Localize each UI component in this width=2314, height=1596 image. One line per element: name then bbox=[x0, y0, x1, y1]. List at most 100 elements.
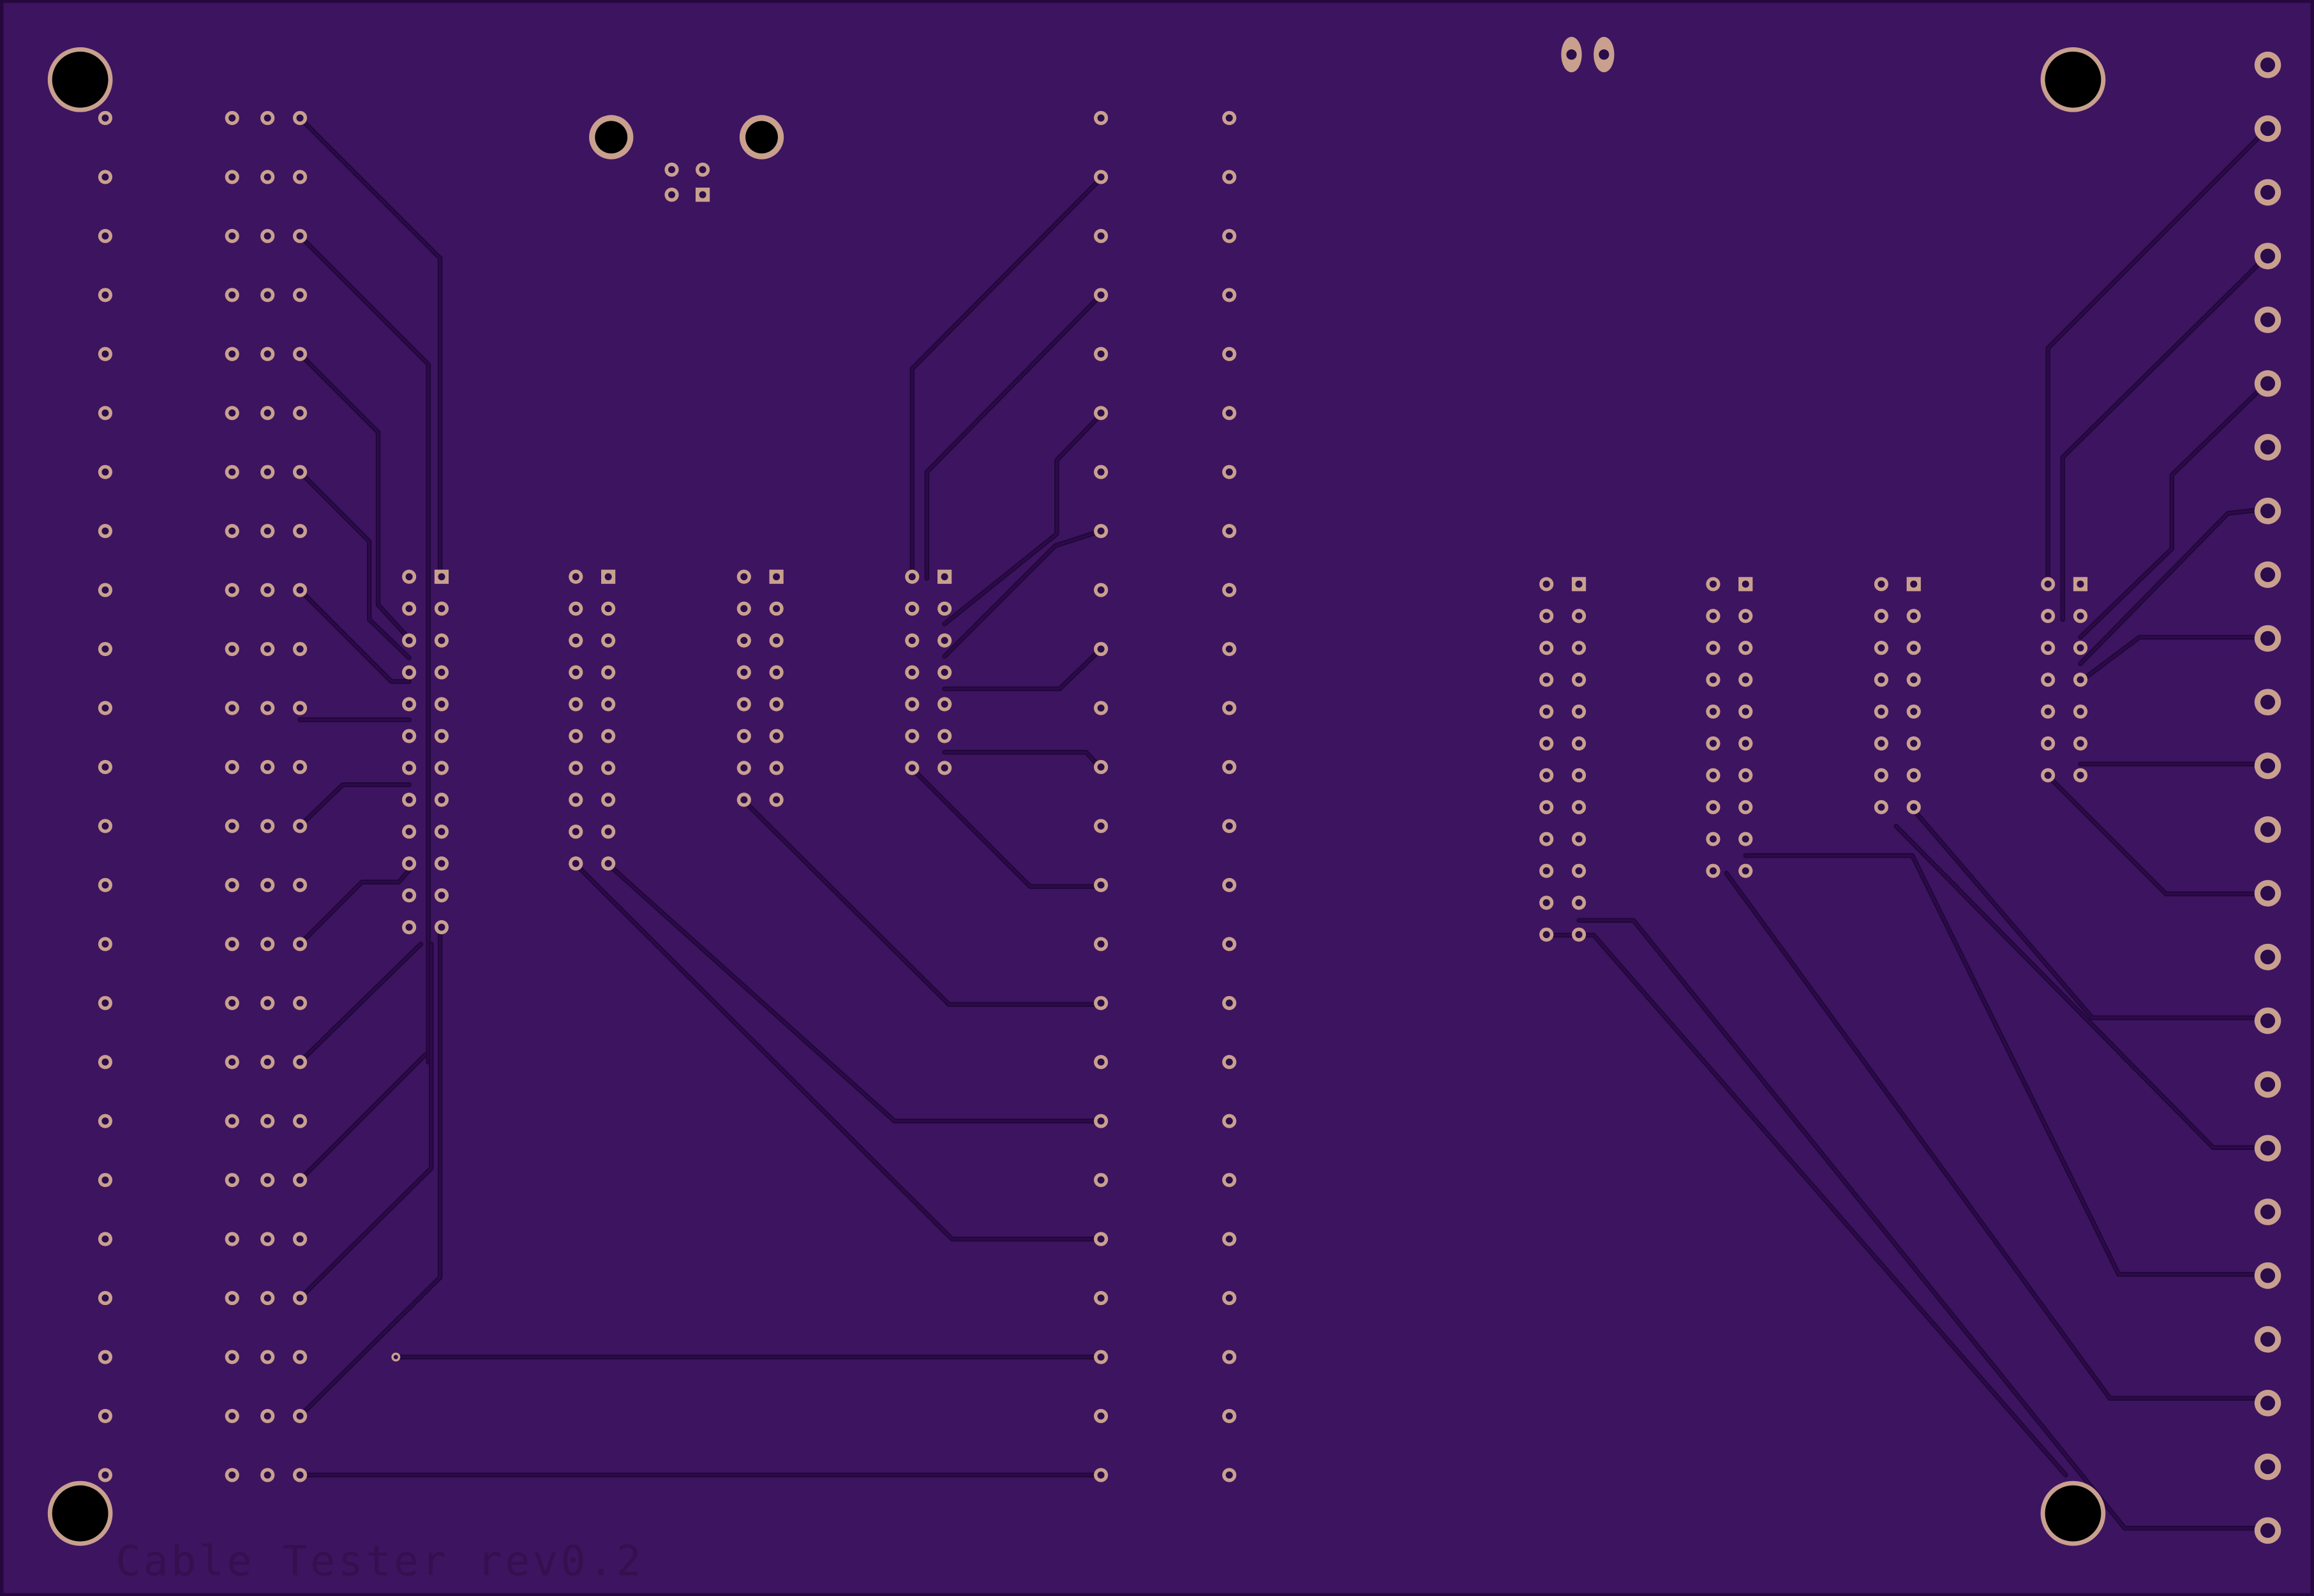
pad-drill bbox=[604, 828, 612, 835]
pad-drill bbox=[1542, 899, 1550, 907]
pad-drill bbox=[264, 527, 271, 535]
pad-drill bbox=[1742, 676, 1749, 683]
pad-drill bbox=[228, 173, 236, 181]
pad-drill bbox=[668, 166, 676, 174]
pad-drill bbox=[1097, 527, 1105, 535]
pad-drill bbox=[405, 605, 413, 613]
pad-drill bbox=[101, 999, 109, 1007]
pad-drill bbox=[1742, 803, 1749, 811]
pad-drill bbox=[740, 796, 748, 803]
pad-drill bbox=[228, 881, 236, 889]
pad-drill bbox=[264, 468, 271, 476]
medium-hole bbox=[745, 121, 778, 154]
pad-drill bbox=[1097, 1412, 1105, 1420]
pad-drill bbox=[604, 700, 612, 708]
pad-drill bbox=[405, 764, 413, 772]
pad-drill bbox=[264, 1176, 271, 1184]
pad-drill bbox=[228, 940, 236, 948]
pad-drill bbox=[1097, 763, 1105, 771]
pad-drill bbox=[572, 860, 579, 867]
pad-drill bbox=[101, 291, 109, 299]
pad-drill bbox=[1877, 644, 1885, 652]
pad-drill bbox=[1742, 772, 1749, 779]
pad-drill bbox=[2260, 57, 2276, 73]
pad-drill bbox=[228, 232, 236, 240]
pad-drill bbox=[2260, 1140, 2276, 1156]
pad-drill bbox=[1575, 867, 1583, 875]
pad-drill bbox=[2044, 644, 2052, 652]
pad-drill bbox=[101, 704, 109, 712]
pad-drill bbox=[2077, 740, 2084, 747]
pad-drill bbox=[740, 732, 748, 740]
pad-drill bbox=[773, 573, 780, 581]
pad-drill bbox=[1709, 612, 1717, 620]
pad-drill bbox=[1709, 644, 1717, 652]
pad-drill bbox=[1225, 1058, 1233, 1066]
pad-drill bbox=[405, 860, 413, 867]
pad-drill bbox=[699, 191, 706, 198]
pad-drill bbox=[1225, 173, 1233, 181]
pad-drill bbox=[1877, 676, 1885, 683]
pad-drill bbox=[1097, 173, 1105, 181]
pad-drill bbox=[1542, 740, 1550, 747]
pad-drill bbox=[405, 669, 413, 676]
pad-drill bbox=[1225, 350, 1233, 358]
pad-drill bbox=[2260, 1332, 2276, 1347]
pad-drill bbox=[1542, 867, 1550, 875]
pad-drill bbox=[2044, 580, 2052, 588]
pad-drill bbox=[264, 704, 271, 712]
pad-drill bbox=[405, 732, 413, 740]
pad-drill bbox=[1877, 803, 1885, 811]
pad-drill bbox=[264, 1058, 271, 1066]
pad-drill bbox=[572, 669, 579, 676]
pad-drill bbox=[296, 1235, 304, 1243]
pad-drill bbox=[438, 605, 445, 613]
pad-drill bbox=[405, 700, 413, 708]
pad-drill bbox=[1225, 1176, 1233, 1184]
pad-drill bbox=[2260, 376, 2276, 391]
pad-drill bbox=[2077, 580, 2084, 588]
pad-drill bbox=[2260, 950, 2276, 965]
pad-drill bbox=[228, 527, 236, 535]
pad-drill bbox=[2044, 740, 2052, 747]
pad-drill bbox=[438, 669, 445, 676]
pad-drill bbox=[1225, 1117, 1233, 1125]
pad-drill bbox=[572, 605, 579, 613]
pad-drill bbox=[296, 645, 304, 653]
pad-drill bbox=[1097, 350, 1105, 358]
pad-drill bbox=[1097, 232, 1105, 240]
pad-drill bbox=[1709, 867, 1717, 875]
pad-drill bbox=[264, 291, 271, 299]
pad-drill bbox=[604, 605, 612, 613]
pad-drill bbox=[296, 1412, 304, 1420]
pad-drill bbox=[1542, 803, 1550, 811]
mount-hole bbox=[2045, 1485, 2101, 1542]
pad-drill bbox=[908, 764, 916, 772]
pad-drill bbox=[2260, 1459, 2276, 1475]
pad-drill bbox=[773, 764, 780, 772]
pad-drill bbox=[228, 1117, 236, 1125]
pad-drill bbox=[1225, 114, 1233, 122]
pad-drill bbox=[101, 232, 109, 240]
pad-drill bbox=[438, 637, 445, 645]
pad-drill bbox=[228, 645, 236, 653]
pad-drill bbox=[1097, 468, 1105, 476]
pad-drill bbox=[1877, 708, 1885, 715]
pad-drill bbox=[1225, 822, 1233, 830]
pad-drill bbox=[264, 1353, 271, 1361]
pad-drill bbox=[2260, 121, 2276, 137]
pad-drill bbox=[1097, 645, 1105, 653]
pad-drill bbox=[1225, 1235, 1233, 1243]
pad-drill bbox=[773, 637, 780, 645]
pad-drill bbox=[941, 732, 948, 740]
pad-drill bbox=[1709, 580, 1717, 588]
pad-drill bbox=[264, 173, 271, 181]
pad-drill bbox=[1742, 835, 1749, 843]
pcb-board: Cable Tester rev0.2 bbox=[0, 0, 2314, 1596]
pad-drill bbox=[1910, 676, 1918, 683]
pad-drill bbox=[228, 822, 236, 830]
pad-drill bbox=[101, 940, 109, 948]
pad-drill bbox=[2077, 708, 2084, 715]
pad-drill bbox=[296, 1471, 304, 1479]
pad-drill bbox=[908, 732, 916, 740]
